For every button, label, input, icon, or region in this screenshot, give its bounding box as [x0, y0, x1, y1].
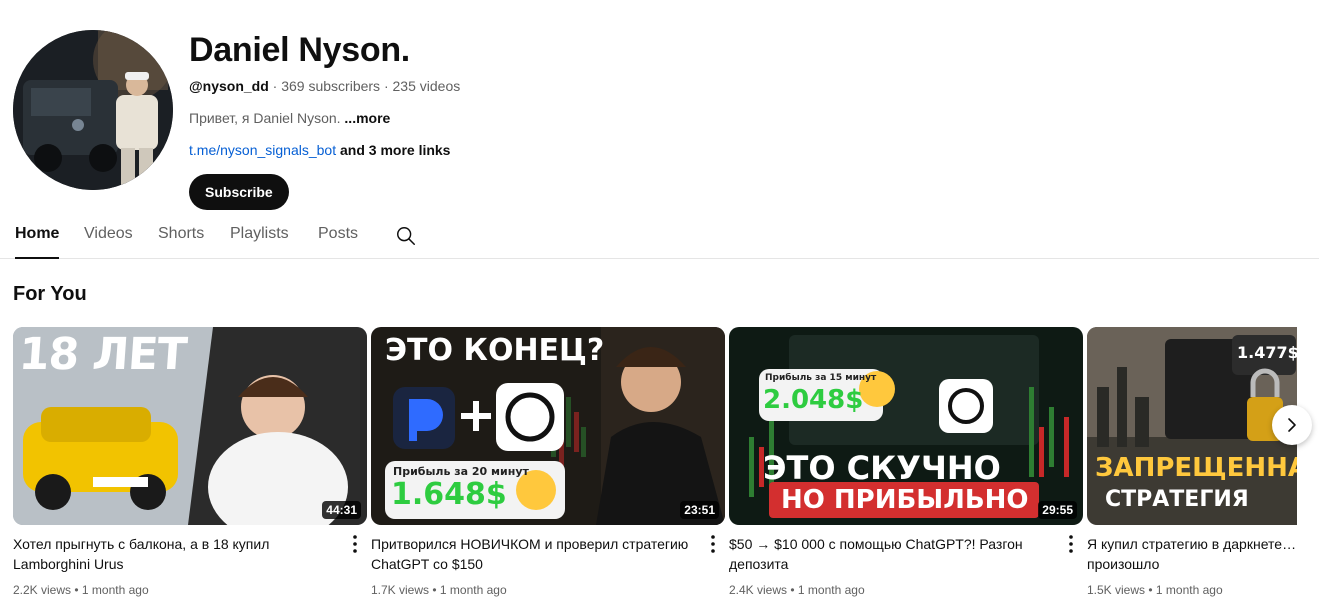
video-meta: 2.4K views • 1 month ago: [729, 583, 865, 597]
video-count: 235 videos: [392, 78, 461, 94]
video-thumbnail[interactable]: 1.477$ ЗАПРЕЩЕННАЯ СТРАТЕГИЯ: [1087, 327, 1297, 525]
thumbnail-profit: 1.648$: [391, 477, 507, 512]
video-age: 1 month ago: [797, 583, 865, 597]
video-thumbnail[interactable]: ЭТО КОНЕЦ? Прибыль за 20 минут 1.648$ 23…: [371, 327, 725, 525]
tab-posts[interactable]: Posts: [318, 212, 358, 259]
channel-meta: @nyson_dd · 369 subscribers · 235 videos: [189, 76, 460, 96]
video-meta: 2.2K views • 1 month ago: [13, 583, 149, 597]
video-views: 1.5K views: [1087, 583, 1146, 597]
video-age: 1 month ago: [439, 583, 507, 597]
channel-info: Daniel Nyson. @nyson_dd · 369 subscriber…: [189, 30, 460, 210]
thumbnail-profit: 2.048$: [763, 385, 864, 415]
more-vert-icon[interactable]: [703, 532, 723, 556]
thumbnail-text: 18 ЛЕТ: [17, 329, 188, 380]
video-card[interactable]: ЭТО КОНЕЦ? Прибыль за 20 минут 1.648$ 23…: [371, 327, 725, 599]
tab-home[interactable]: Home: [15, 212, 60, 259]
more-vert-icon[interactable]: [1061, 532, 1081, 556]
video-meta: 1.5K views • 1 month ago: [1087, 583, 1223, 597]
subscribe-button[interactable]: Subscribe: [189, 174, 289, 210]
video-views: 1.7K views: [371, 583, 430, 597]
thumbnail-text: ЭТО КОНЕЦ?: [385, 333, 605, 368]
tab-videos[interactable]: Videos: [84, 212, 133, 259]
meta-separator: ·: [380, 78, 393, 94]
subscriber-count: 369 subscribers: [281, 78, 381, 94]
video-duration: 29:55: [1038, 501, 1077, 519]
video-age: 1 month ago: [81, 583, 149, 597]
video-title[interactable]: Притворился НОВИЧКОМ и проверил стратеги…: [371, 534, 691, 574]
thumbnail-text-secondary: НО ПРИБЫЛЬНО: [781, 485, 1029, 515]
tab-playlists[interactable]: Playlists: [230, 212, 289, 259]
more-vert-icon[interactable]: [345, 532, 365, 556]
video-title[interactable]: $50 → $10 000 с помощью ChatGPT?! Разгон…: [729, 534, 1049, 574]
thumbnail-profit: 1.477$: [1237, 343, 1297, 362]
shelf-next-button[interactable]: [1272, 405, 1312, 445]
video-card[interactable]: 18 ЛЕТ 44:31 Хотел прыгнуть с балкона, а…: [13, 327, 367, 599]
channel-header: Daniel Nyson. @nyson_dd · 369 subscriber…: [13, 30, 1303, 210]
thumbnail-subtext: Прибыль за 15 минут: [765, 373, 877, 383]
channel-name: Daniel Nyson.: [189, 31, 410, 69]
video-thumbnail[interactable]: Прибыль за 15 минут 2.048$ ЭТО СКУЧНО НО…: [729, 327, 1083, 525]
video-duration: 44:31: [322, 501, 361, 519]
video-meta: 1.7K views • 1 month ago: [371, 583, 507, 597]
video-card[interactable]: Прибыль за 15 минут 2.048$ ЭТО СКУЧНО НО…: [729, 327, 1083, 599]
video-views: 2.2K views: [13, 583, 72, 597]
description-more-link[interactable]: ...more: [344, 110, 390, 126]
description-text: Привет, я Daniel Nyson.: [189, 110, 345, 126]
channel-tabs: Home Videos Shorts Playlists Posts: [0, 212, 1319, 259]
channel-external-link[interactable]: t.me/nyson_signals_bot: [189, 142, 336, 158]
thumbnail-text: ЭТО СКУЧНО: [763, 449, 1001, 487]
video-age: 1 month ago: [1155, 583, 1223, 597]
thumbnail-text-secondary: СТРАТЕГИЯ: [1105, 487, 1249, 512]
channel-handle: @nyson_dd: [189, 78, 269, 94]
video-thumbnail[interactable]: 18 ЛЕТ 44:31: [13, 327, 367, 525]
more-links-button[interactable]: and 3 more links: [336, 142, 451, 158]
channel-links: t.me/nyson_signals_bot and 3 more links: [189, 140, 460, 160]
thumbnail-text: ЗАПРЕЩЕННАЯ: [1095, 453, 1297, 483]
channel-description[interactable]: Привет, я Daniel Nyson. ...more: [189, 108, 460, 128]
channel-avatar[interactable]: [13, 30, 173, 190]
meta-separator: ·: [268, 78, 282, 94]
video-title[interactable]: Хотел прыгнуть с балкона, а в 18 купил L…: [13, 534, 333, 574]
chevron-right-icon: [1288, 418, 1296, 432]
video-duration: 23:51: [680, 501, 719, 519]
video-shelf: 18 ЛЕТ 44:31 Хотел прыгнуть с балкона, а…: [13, 327, 1297, 607]
video-card[interactable]: 1.477$ ЗАПРЕЩЕННАЯ СТРАТЕГИЯ Я купил стр…: [1087, 327, 1297, 599]
search-icon[interactable]: [395, 225, 417, 247]
video-title[interactable]: Я купил стратегию в даркнете… произошло: [1087, 534, 1297, 574]
tab-shorts[interactable]: Shorts: [158, 212, 204, 259]
video-views: 2.4K views: [729, 583, 788, 597]
section-title: For You: [13, 283, 87, 305]
